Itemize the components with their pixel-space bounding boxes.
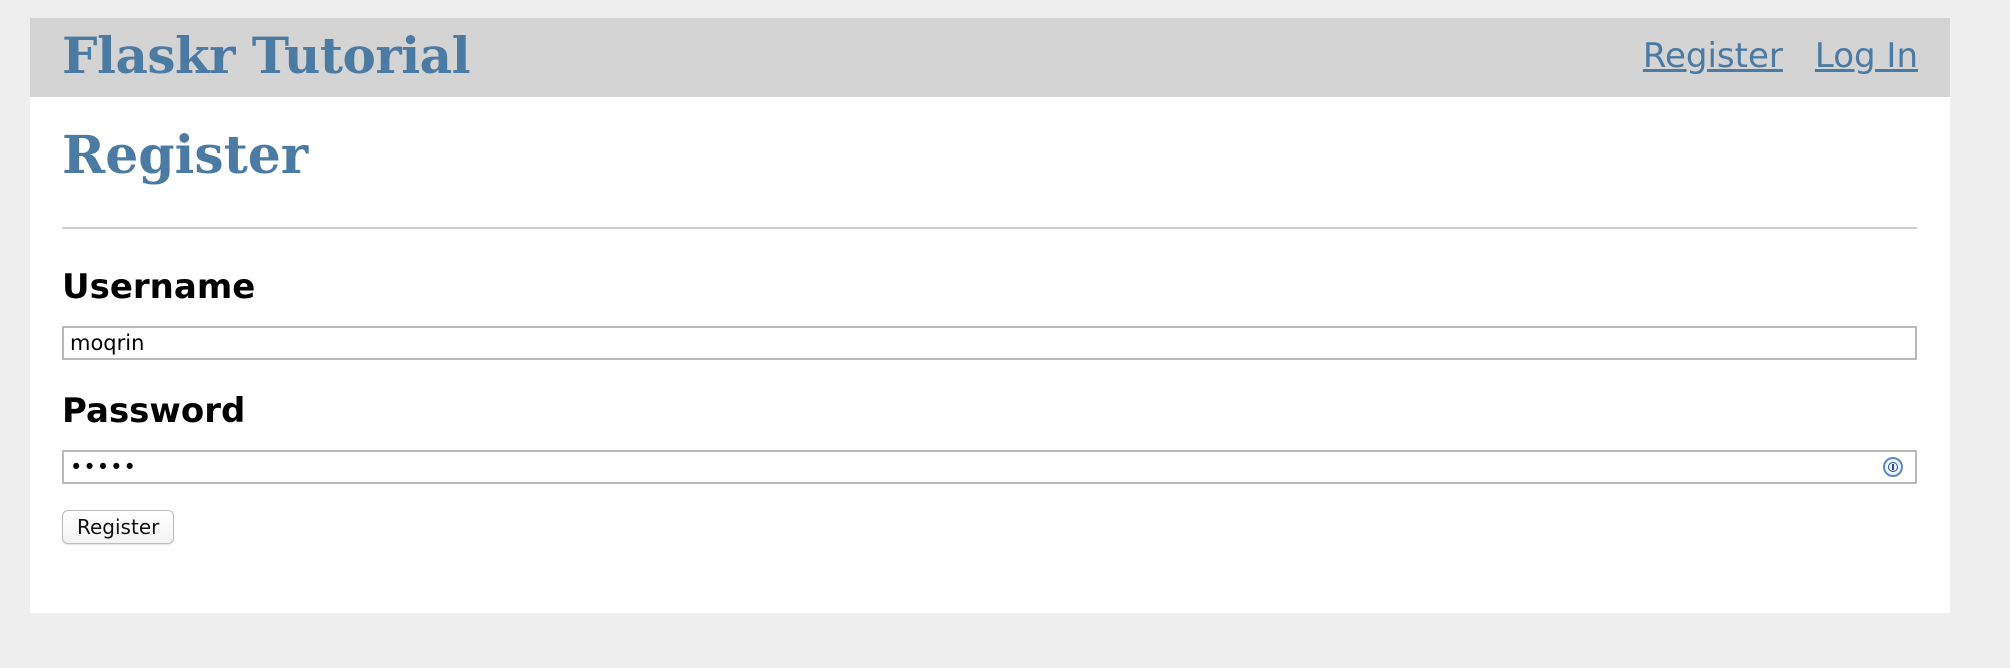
password-manager-icon[interactable] xyxy=(1883,457,1903,477)
username-label: Username xyxy=(62,267,256,307)
site-brand: Flaskr Tutorial xyxy=(62,26,471,85)
page-container: Flaskr Tutorial Register Log In Register… xyxy=(30,18,1950,613)
main-content: Register Username Password Register xyxy=(62,97,1917,544)
top-navbar: Flaskr Tutorial Register Log In xyxy=(30,18,1950,97)
nav-register-link[interactable]: Register xyxy=(1643,34,1783,78)
page-title: Register xyxy=(62,125,309,186)
username-input[interactable] xyxy=(62,326,1917,360)
password-input[interactable] xyxy=(62,450,1917,484)
password-label: Password xyxy=(62,391,246,431)
nav-links: Register Log In xyxy=(1643,34,1918,78)
nav-login-link[interactable]: Log In xyxy=(1815,34,1918,78)
register-submit-button[interactable]: Register xyxy=(62,510,175,544)
title-divider xyxy=(62,227,1917,229)
